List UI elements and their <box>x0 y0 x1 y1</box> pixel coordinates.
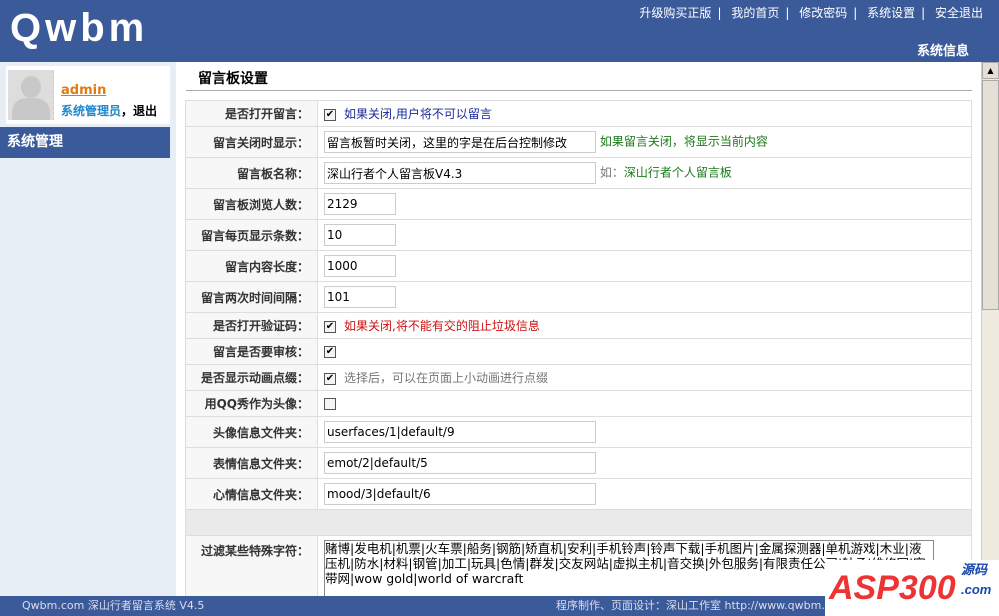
scroll-up-icon[interactable]: ▲ <box>982 62 999 79</box>
avatar <box>8 70 54 120</box>
nav-change-password[interactable]: 修改密码 <box>799 6 847 20</box>
open-guestbook-checkbox[interactable]: ✔ <box>324 108 336 121</box>
scroll-thumb[interactable] <box>982 80 999 310</box>
sidebar-item-system-management[interactable]: 系统管理 <box>0 127 170 158</box>
main-content: 留言板设置 是否打开留言：✔如果关闭,用户将不可以留言 留言关闭时显示： 如果留… <box>176 62 981 596</box>
form-row: 是否打开留言： ✔ 如果关闭,用户将不可以留言 <box>185 100 972 127</box>
footer-credits: 程序制作、页面设计：深山工作室 http://www.qwbm.com <box>556 599 849 612</box>
captcha-checkbox[interactable]: ✔ <box>324 320 336 333</box>
form-row: 用QQ秀作为头像： <box>185 390 972 417</box>
form-row: 是否打开验证码： ✔ 如果关闭,将不能有交的阻止垃圾信息 <box>185 312 972 339</box>
nav-home[interactable]: 我的首页 <box>731 6 779 20</box>
divider <box>186 90 972 91</box>
form-row: 留言关闭时显示： 如果留言关闭，将显示当前内容 <box>185 126 972 158</box>
closed-message-input[interactable] <box>324 131 596 153</box>
userfaces-folder-input[interactable] <box>324 421 596 443</box>
mood-folder-input[interactable] <box>324 483 596 505</box>
user-box: admin 系统管理员，退出 <box>6 66 170 124</box>
guestbook-name-input[interactable] <box>324 162 596 184</box>
view-count-input[interactable] <box>324 193 396 215</box>
review-checkbox[interactable]: ✔ <box>324 346 336 358</box>
top-nav: 升级购买正版 | 我的首页 | 修改密码 | 系统设置 | 安全退出 <box>639 6 983 20</box>
nav-logout[interactable]: 安全退出 <box>935 6 983 20</box>
per-page-input[interactable] <box>324 224 396 246</box>
form-row: 留言内容长度： <box>185 250 972 282</box>
form-row: 心情信息文件夹： <box>185 478 972 510</box>
spacer-row <box>185 509 972 536</box>
form-row: 表情信息文件夹： <box>185 447 972 479</box>
form-row: 留言板名称： 如：深山行者个人留言板 <box>185 157 972 189</box>
emot-folder-input[interactable] <box>324 452 596 474</box>
form-row: 是否显示动画点缀： ✔ 选择后，可以在页面上小动画进行点缀 <box>185 364 972 391</box>
form-row: 头像信息文件夹： <box>185 416 972 448</box>
watermark-logo: ASP300 源码 .com <box>825 560 999 616</box>
post-interval-input[interactable] <box>324 286 396 308</box>
logo: Qwbm <box>10 6 149 50</box>
form-row: 留言两次时间间隔： <box>185 281 972 313</box>
settings-form: 是否打开留言：✔如果关闭,用户将不可以留言 留言关闭时显示： 如果留言关闭，将显… <box>185 100 972 596</box>
sidebar: admin 系统管理员，退出 系统管理 <box>0 62 176 596</box>
user-role: 系统管理员 <box>61 104 122 118</box>
form-row: 留言是否要审核： ✔ <box>185 338 972 365</box>
form-row: 留言每页显示条数： <box>185 219 972 251</box>
qqshow-checkbox[interactable] <box>324 398 336 410</box>
footer-copyright: Qwbm.com 深山行者留言系统 V4.5 <box>22 599 205 612</box>
form-row: 留言板浏览人数： <box>185 188 972 220</box>
header: Qwbm 升级购买正版 | 我的首页 | 修改密码 | 系统设置 | 安全退出 系统信息 <box>0 0 999 62</box>
nav-upgrade[interactable]: 升级购买正版 <box>639 6 711 20</box>
logout-link[interactable]: 退出 <box>133 104 157 118</box>
scrollbar[interactable]: ▲ <box>981 62 999 596</box>
animation-checkbox[interactable]: ✔ <box>324 372 336 385</box>
content-length-input[interactable] <box>324 255 396 277</box>
section-title: 系统信息 <box>916 44 969 59</box>
username-link[interactable]: admin <box>61 83 106 98</box>
nav-settings[interactable]: 系统设置 <box>867 6 915 20</box>
page-title: 留言板设置 <box>198 71 268 87</box>
